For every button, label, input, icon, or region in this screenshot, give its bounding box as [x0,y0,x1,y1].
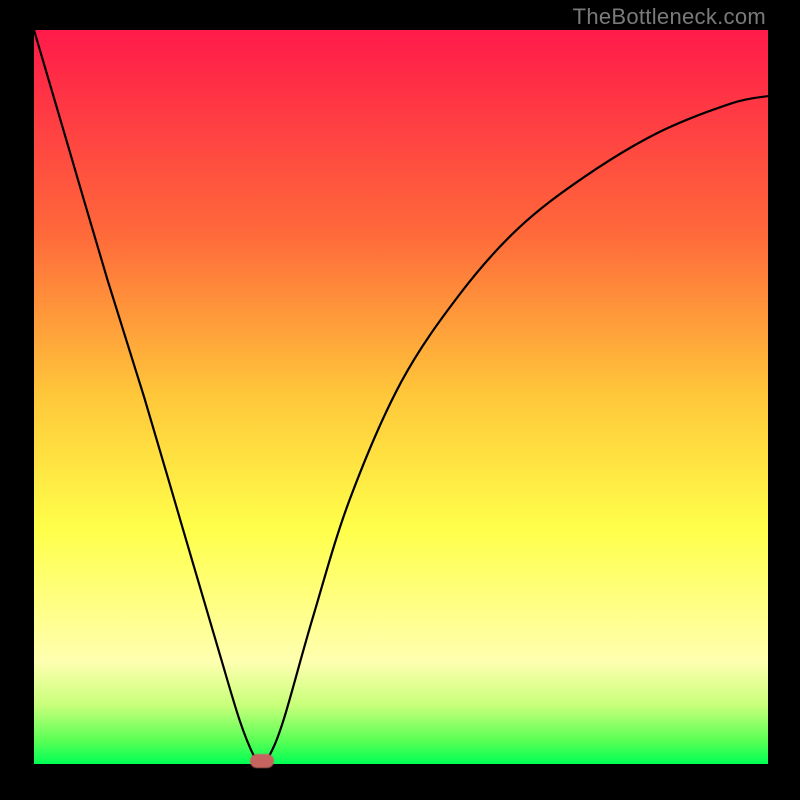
chart-container: TheBottleneck.com [0,0,800,800]
curve-layer [34,30,768,764]
bottleneck-curve [34,30,768,764]
minimum-marker [250,754,274,768]
plot-area [34,30,768,764]
watermark-text: TheBottleneck.com [573,4,766,30]
